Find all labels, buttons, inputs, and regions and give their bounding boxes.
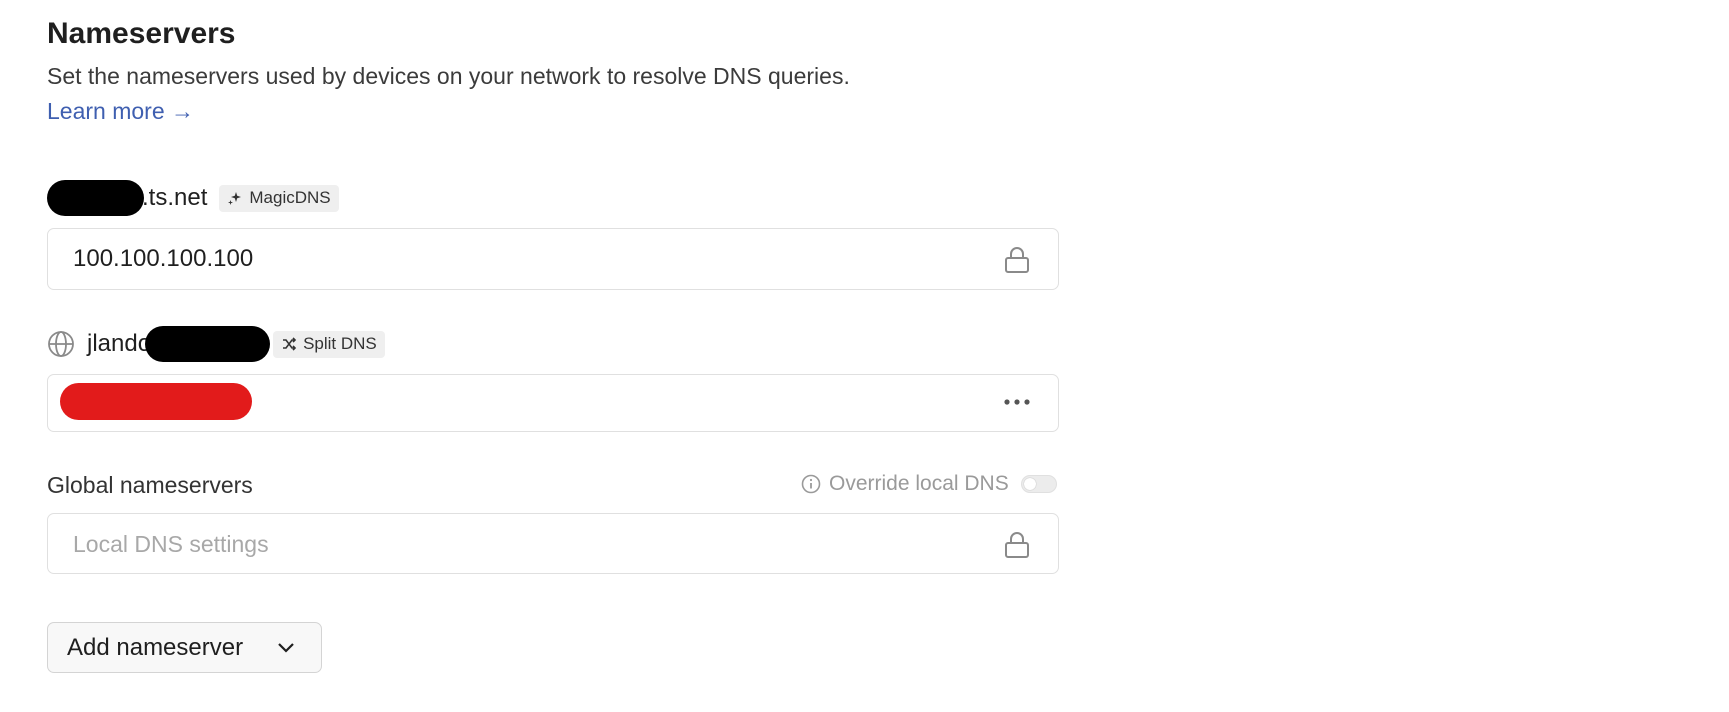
redacted-nameserver <box>60 383 252 420</box>
magicdns-nameserver-value: 100.100.100.100 <box>73 245 254 272</box>
override-local-dns-control: Override local DNS <box>801 472 1057 496</box>
splitdns-badge-label: Split DNS <box>303 334 377 353</box>
global-nameserver-placeholder: Local DNS settings <box>73 531 269 557</box>
splitdns-badge: Split DNS <box>273 330 385 358</box>
splitdns-nameserver-field[interactable] <box>47 374 1059 432</box>
magicdns-badge: MagicDNS <box>219 184 339 212</box>
magicdns-badge-label: MagicDNS <box>249 188 331 207</box>
splitdns-domain-prefix: jlando <box>87 330 152 357</box>
override-local-dns-toggle[interactable] <box>1020 475 1057 493</box>
learn-more-link[interactable]: Learn more → <box>47 96 194 126</box>
magicdns-header: .ts.net MagicDNS <box>47 180 339 216</box>
shuffle-icon <box>283 337 297 351</box>
info-icon <box>801 474 821 494</box>
lock-icon <box>1005 247 1029 273</box>
override-local-dns-label: Override local DNS <box>829 472 1009 495</box>
chevron-down-icon <box>278 642 294 653</box>
sparkle-icon <box>228 192 242 205</box>
magicdns-nameserver-field[interactable]: 100.100.100.100 <box>47 228 1059 290</box>
splitdns-header: jlando Split DNS <box>47 326 385 362</box>
page-title: Nameservers <box>47 17 236 50</box>
lock-icon <box>1005 532 1029 558</box>
redacted-domain <box>47 180 144 216</box>
globe-icon <box>48 331 74 357</box>
magicdns-domain-suffix: .ts.net <box>142 184 208 211</box>
add-nameserver-button[interactable]: Add nameserver <box>47 622 322 673</box>
add-nameserver-label: Add nameserver <box>67 633 244 661</box>
global-nameserver-field[interactable]: Local DNS settings <box>47 513 1059 574</box>
section-description: Set the nameservers used by devices on y… <box>47 63 850 89</box>
global-nameservers-label: Global nameservers <box>47 472 253 498</box>
redacted-domain <box>145 326 271 362</box>
more-options-icon[interactable] <box>1004 397 1030 407</box>
